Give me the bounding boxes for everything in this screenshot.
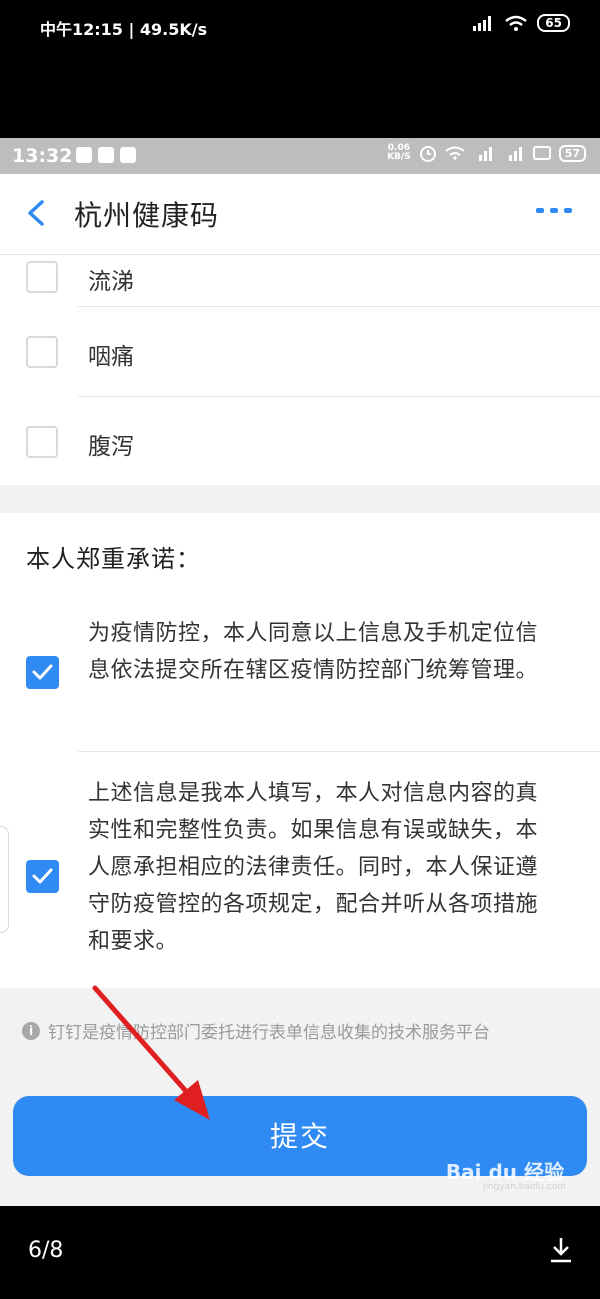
download-icon[interactable] [548, 1236, 574, 1264]
page-counter: 6/8 [28, 1238, 64, 1263]
wifi-icon [505, 15, 528, 31]
outer-status-bar: 中午12:15 | 49.5K/s 65 [0, 0, 600, 56]
signal-icon [473, 16, 492, 31]
viewer-footer: 6/8 [0, 1206, 600, 1299]
battery-indicator: 65 [537, 14, 570, 32]
phone-screen: 13:32 0.06 KB/S 57 杭州健康码 流涕 咽痛 腹泻 本人郑重承诺… [0, 138, 600, 1206]
outer-status-icons: 65 [473, 14, 570, 32]
red-arrow-annotation [92, 985, 210, 1120]
outer-time: 中午12:15 | 49.5K/s [40, 20, 208, 39]
